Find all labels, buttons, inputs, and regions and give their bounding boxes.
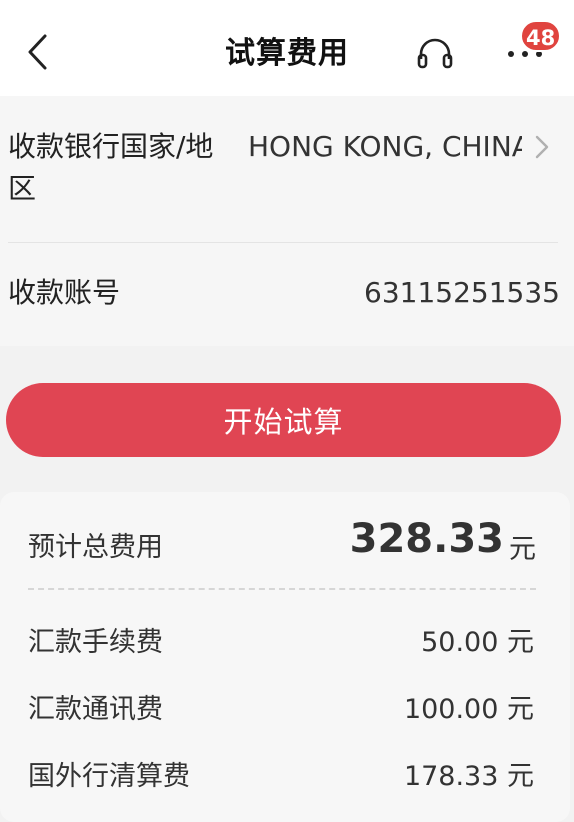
- bank-country-label-line1: 收款银行国家/地: [8, 130, 214, 163]
- bank-country-label: 收款银行国家/地 区: [8, 126, 213, 210]
- remittance-fee-amount: 50.00 元: [421, 627, 534, 658]
- telecom-fee-amount: 100.00 元: [403, 694, 534, 725]
- telecom-fee-label: 汇款通讯费: [28, 694, 163, 725]
- dashed-divider: [28, 588, 536, 590]
- headset-icon: [417, 38, 453, 69]
- total-fee-unit: 元: [509, 534, 536, 565]
- bank-country-value[interactable]: HONG KONG, CHINA: [248, 126, 522, 168]
- remittance-fee-label: 汇款手续费: [28, 627, 163, 658]
- notification-badge: 48: [520, 20, 562, 52]
- account-value: 63115251535: [364, 276, 560, 309]
- chevron-right-icon[interactable]: [530, 132, 554, 162]
- account-label: 收款账号: [8, 276, 121, 309]
- page-title: 试算费用: [225, 36, 349, 71]
- total-fee-amount: 328.33: [349, 516, 504, 562]
- bank-country-label-line2: 区: [8, 172, 37, 205]
- total-fee-label: 预计总费用: [28, 532, 163, 563]
- top-nav-bar: 试算费用 48: [0, 0, 574, 96]
- start-calculation-button[interactable]: 开始试算: [6, 383, 561, 457]
- fee-summary-card: 预计总费用 328.33 元 汇款手续费 50.00 元 汇款通讯费 100.0…: [0, 492, 570, 822]
- payee-info-card: 收款银行国家/地 区 HONG KONG, CHINA 收款账号 6311525…: [0, 96, 574, 346]
- clearing-fee-amount: 178.33 元: [403, 761, 534, 792]
- customer-service-button[interactable]: [412, 34, 458, 74]
- clearing-fee-label: 国外行清算费: [28, 761, 190, 792]
- row-divider: [8, 242, 558, 243]
